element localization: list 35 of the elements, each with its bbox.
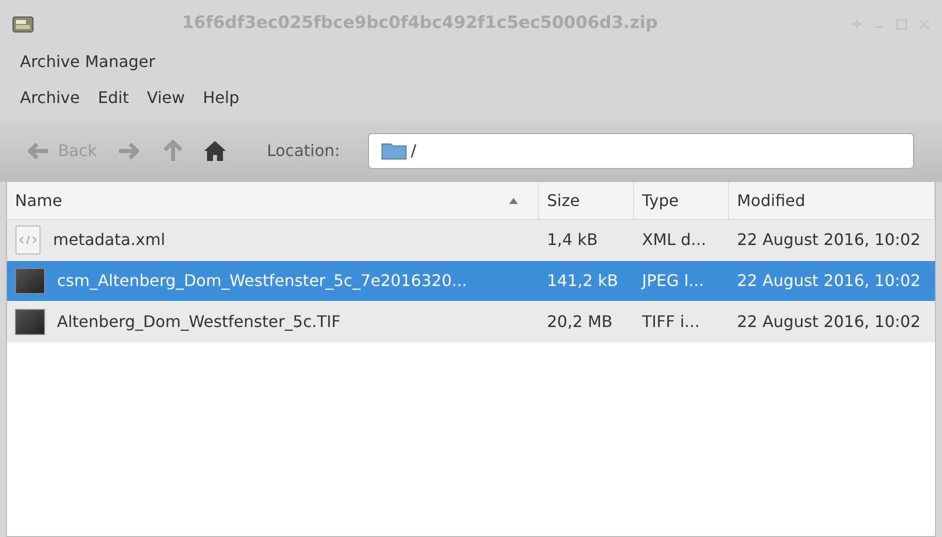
file-type: XML d... [641,229,708,251]
menu-item[interactable]: Help [202,86,240,110]
column-header[interactable]: Type [634,182,729,219]
file-row[interactable]: metadata.xml 1,4 kB XML d... 22 August 2016, 10:02 [7,220,935,261]
app-name: Archive Manager [20,51,156,73]
code-file-icon [15,225,41,255]
menu-item[interactable]: View [146,86,185,110]
forward-arrow-icon[interactable] [116,142,139,160]
folder-icon [380,142,407,160]
file-type: TIFF i... [641,311,701,333]
archive-app-icon [12,14,34,34]
column-header[interactable]: Size [539,182,634,219]
column-header[interactable]: Name [7,182,539,219]
back-arrow-icon [28,142,50,160]
modified-date: 22 August 2016, 10:02 [736,311,922,333]
file-size: 1,4 kB [546,229,599,251]
modified-date: 22 August 2016, 10:02 [736,270,922,292]
location-label: Location: [266,140,340,162]
file-type: JPEG I... [640,270,705,292]
sort-ascending-icon [509,198,518,204]
home-icon[interactable] [202,140,227,162]
menu-item[interactable]: Edit [98,86,129,110]
modified-date: 22 August 2016, 10:02 [736,229,922,251]
image-file-icon [15,268,45,294]
file-name: metadata.xml [53,229,166,251]
file-size: 141,2 kB [546,270,620,292]
image-file-icon [15,309,45,335]
up-arrow-icon[interactable] [162,140,183,162]
location-field[interactable]: / [368,133,914,169]
file-name: Altenberg_Dom_Westfenster_5c.TIF [57,311,341,333]
file-name: csm_Altenberg_Dom_Westfenster_5c_7e2016320... [57,270,468,292]
file-size: 20,2 MB [546,311,614,333]
file-row[interactable]: Altenberg_Dom_Westfenster_5c.TIF 20,2 MB TIFF i... 22 August 2016, 10:02 [7,302,935,343]
column-header[interactable]: Modified [729,182,935,219]
menu-item[interactable]: Archive [20,86,80,110]
